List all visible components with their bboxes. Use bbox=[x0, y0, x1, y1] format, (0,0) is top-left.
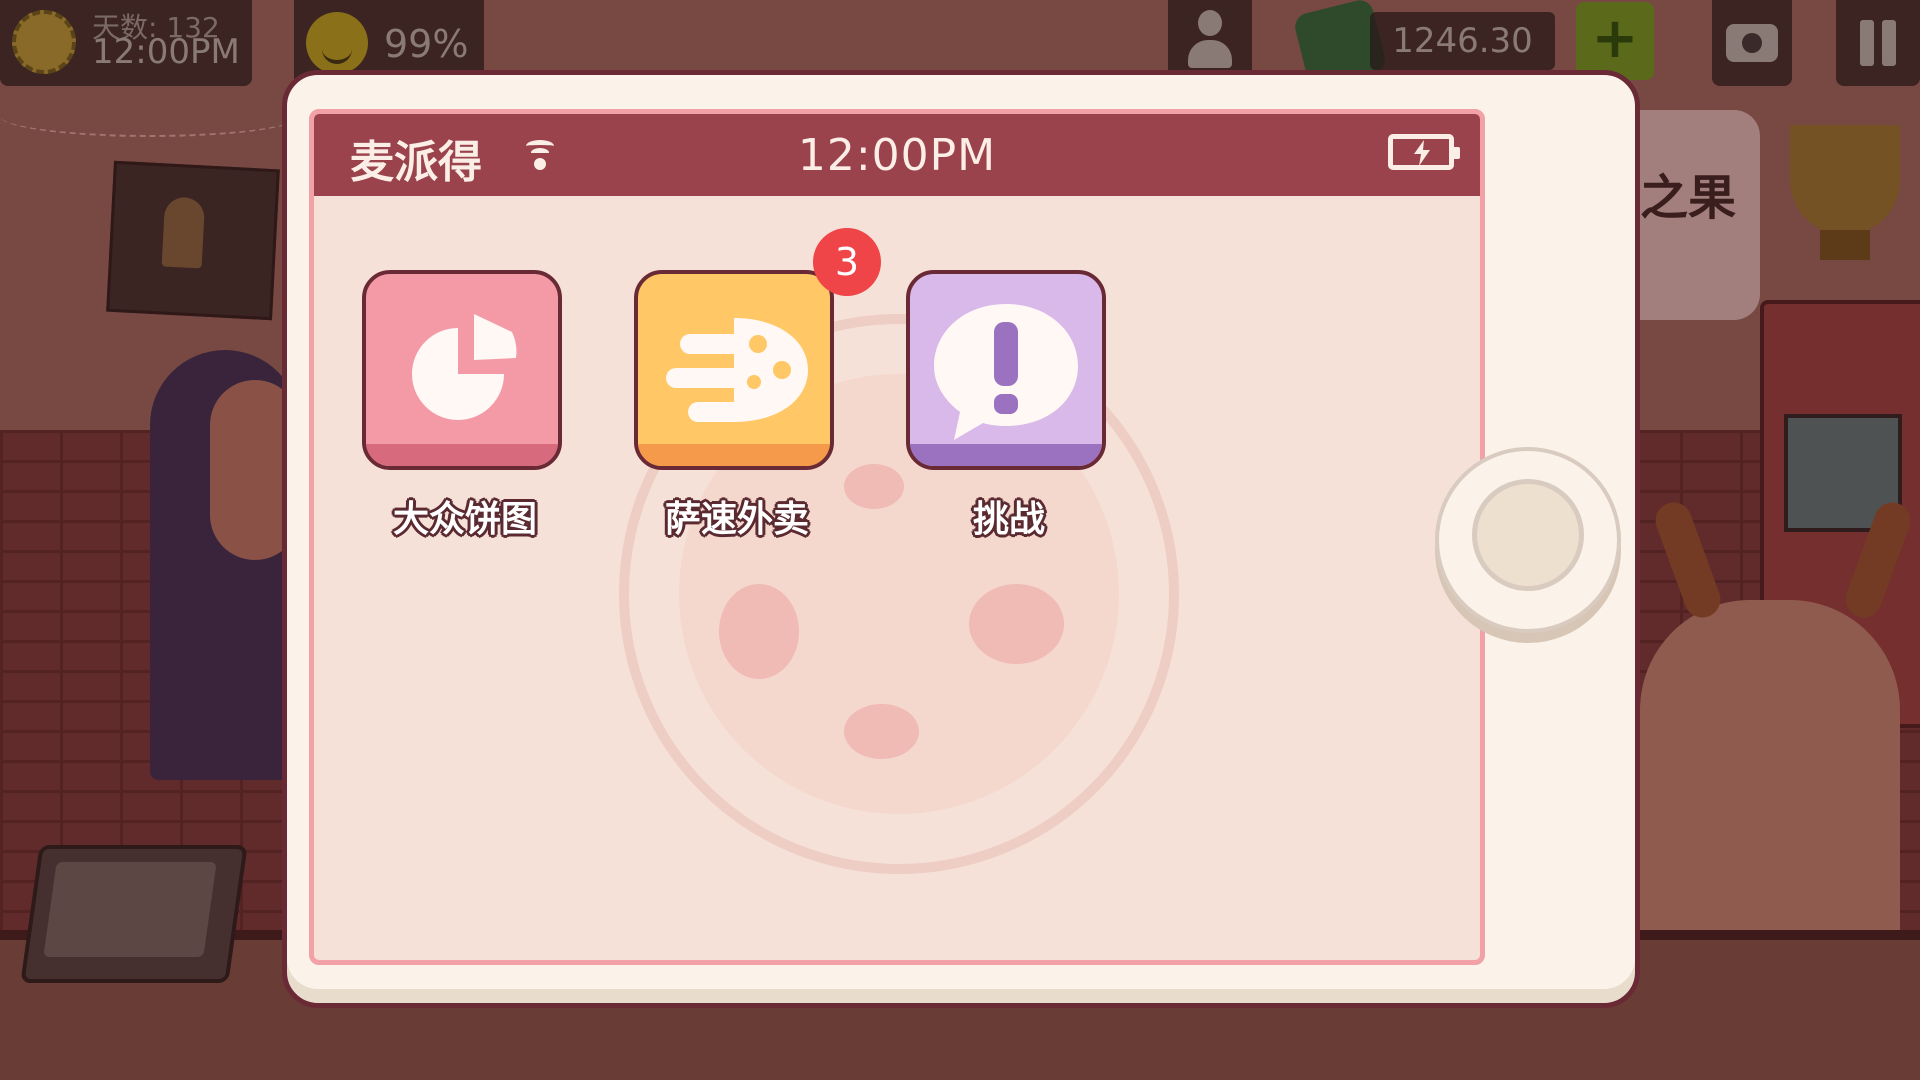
app-challenge[interactable]: 挑战 bbox=[906, 270, 1112, 542]
challenge-app-icon[interactable] bbox=[906, 270, 1106, 470]
money-box: 1246.30 bbox=[1370, 12, 1555, 70]
person-icon bbox=[1188, 10, 1232, 70]
pause-button[interactable] bbox=[1836, 0, 1920, 86]
fast-delivery-app-label: 萨速外卖 bbox=[664, 499, 809, 540]
money-amount: 1246.30 bbox=[1392, 21, 1533, 61]
camera-button[interactable] bbox=[1712, 0, 1792, 86]
home-button-inner bbox=[1472, 479, 1584, 591]
pause-icon-bar-left bbox=[1860, 20, 1874, 66]
game-clock: 12:00PM bbox=[92, 32, 240, 72]
app-pie-stats[interactable]: 大众饼图 bbox=[362, 270, 568, 542]
pie-stats-app-label: 大众饼图 bbox=[392, 499, 537, 540]
pie-chart-icon bbox=[412, 314, 517, 420]
pause-icon-bar-right bbox=[1882, 20, 1896, 66]
day-time-panel: 天数: 132 12:00PM bbox=[0, 0, 252, 86]
phone-status-bar: 麦派得 12:00PM bbox=[314, 114, 1480, 196]
pie-stats-app-icon[interactable] bbox=[362, 270, 562, 470]
battery-charging-icon bbox=[1388, 134, 1460, 170]
camera-icon bbox=[1726, 24, 1778, 62]
mood-percentage: 99% bbox=[384, 22, 469, 66]
fast-pizza-icon bbox=[666, 318, 808, 422]
exclamation-speech-icon bbox=[934, 304, 1078, 440]
phone-home-button[interactable] bbox=[1435, 447, 1621, 633]
smiley-icon bbox=[306, 12, 368, 74]
phone-time: 12:00PM bbox=[797, 130, 997, 181]
fast-delivery-app-icon[interactable] bbox=[634, 270, 834, 470]
delivery-notification-badge: 3 bbox=[813, 228, 881, 296]
challenge-app-label: 挑战 bbox=[972, 499, 1045, 540]
app-fast-delivery[interactable]: 萨速外卖 bbox=[634, 270, 840, 542]
phone-device: 麦派得 12:00PM 大众饼图 萨速外卖 挑战 bbox=[282, 70, 1640, 1008]
add-money-button[interactable]: + bbox=[1576, 2, 1654, 80]
sun-icon bbox=[12, 10, 76, 74]
phone-screen: 麦派得 12:00PM 大众饼图 萨速外卖 挑战 bbox=[309, 109, 1485, 965]
